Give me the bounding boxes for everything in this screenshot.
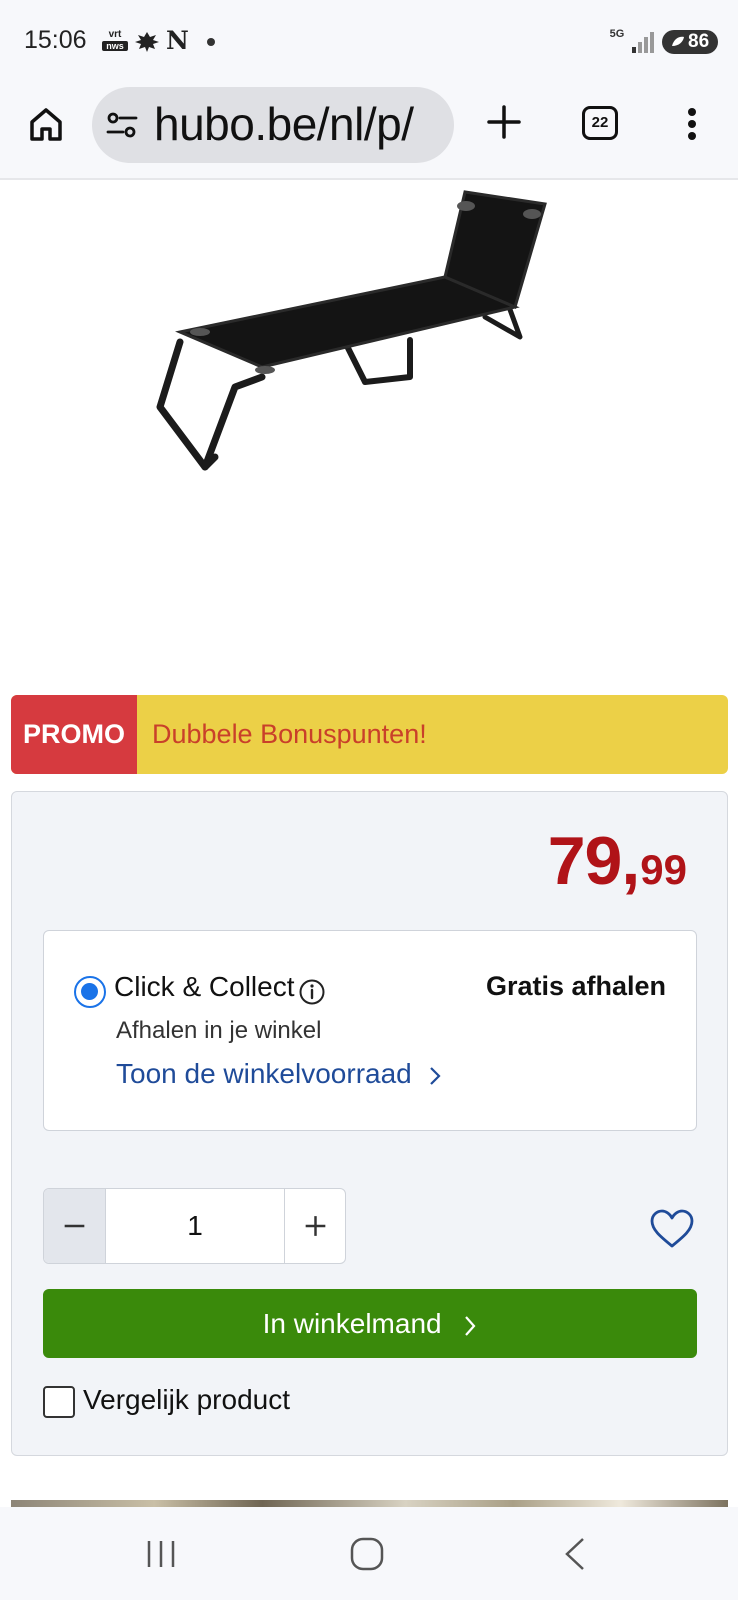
store-stock-link[interactable]: Toon de winkelvoorraad <box>116 1058 442 1090</box>
quantity-stepper[interactable]: 1 <box>43 1188 346 1264</box>
wishlist-heart-icon[interactable] <box>649 1208 695 1250</box>
info-icon[interactable] <box>298 978 326 1006</box>
back-icon[interactable] <box>563 1537 587 1571</box>
sun-lounger-image[interactable] <box>0 182 738 682</box>
url-text[interactable]: hubo.be/nl/p/ <box>154 97 414 151</box>
radio-selected-dot <box>81 983 98 1000</box>
compare-checkbox[interactable] <box>43 1386 75 1418</box>
battery-charge-icon <box>672 36 684 46</box>
recents-icon[interactable] <box>144 1539 178 1569</box>
vrt-label: vrt <box>108 29 122 40</box>
add-to-cart-label[interactable]: In winkelmand <box>263 1308 442 1339</box>
status-bar: 15:06 vrt nws N 5G 86 <box>0 0 738 84</box>
chevron-right-icon <box>429 1066 441 1085</box>
system-nav-bar <box>0 1507 738 1600</box>
battery-level: 86 <box>688 31 710 52</box>
delivery-option-card[interactable]: Click & Collect Gratis afhalen Afhalen i… <box>43 930 697 1131</box>
click-collect-label[interactable]: Click & Collect <box>114 971 294 1003</box>
new-tab-plus-icon[interactable] <box>484 102 524 142</box>
status-time: 15:06 <box>24 26 87 54</box>
quantity-input[interactable]: 1 <box>106 1189 284 1263</box>
promo-banner: PROMO Dubbele Bonuspunten! <box>11 695 728 774</box>
increase-quantity-button[interactable] <box>284 1189 346 1263</box>
signal-icon <box>632 32 654 53</box>
decrease-quantity-button[interactable] <box>44 1189 106 1263</box>
promo-text: Dubbele Bonuspunten! <box>152 719 427 749</box>
chevron-right-icon <box>465 1315 476 1336</box>
price-integer: 79 <box>547 823 623 899</box>
buy-box: 79,99 Click & Collect Gratis afhalen Afh… <box>11 791 728 1456</box>
tabs-icon[interactable]: 22 <box>582 106 618 140</box>
add-to-cart-button[interactable]: In winkelmand <box>43 1289 697 1358</box>
battery-icon: 86 <box>662 30 718 54</box>
price-decimals: 99 <box>640 846 687 893</box>
click-collect-radio[interactable] <box>74 976 106 1008</box>
promo-tag: PROMO <box>11 695 137 774</box>
dot-icon <box>207 38 215 46</box>
browser-toolbar: hubo.be/nl/p/ 22 <box>0 84 738 180</box>
address-bar[interactable]: hubo.be/nl/p/ <box>92 87 454 163</box>
product-price: 79,99 <box>548 822 687 900</box>
compare-label[interactable]: Vergelijk product <box>83 1384 290 1416</box>
home-icon[interactable] <box>26 104 66 144</box>
network-type: 5G <box>609 28 625 40</box>
store-stock-link-label[interactable]: Toon de winkelvoorraad <box>116 1058 412 1089</box>
more-vert-icon[interactable] <box>680 104 704 144</box>
nws-label: nws <box>102 41 128 51</box>
price-comma: , <box>621 823 641 899</box>
home-icon[interactable] <box>350 1537 384 1571</box>
pickup-subtitle: Afhalen in je winkel <box>116 1017 322 1044</box>
vrt-nws-icon: vrt nws <box>102 29 128 55</box>
free-pickup-label: Gratis afhalen <box>485 971 666 1001</box>
tune-icon[interactable] <box>106 110 138 140</box>
leaf-icon <box>135 32 159 52</box>
n-icon: N <box>166 26 189 55</box>
